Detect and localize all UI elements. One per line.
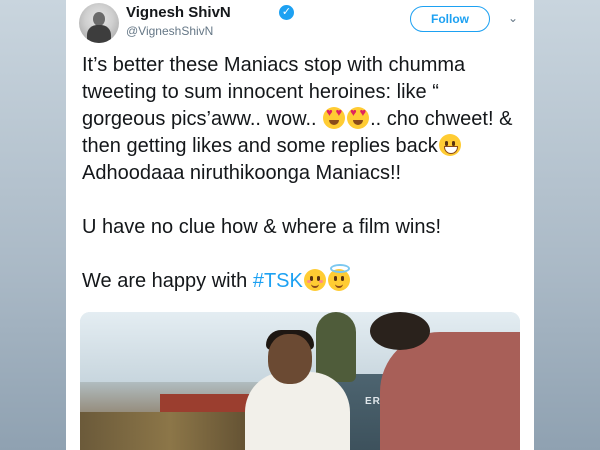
tweet-paragraph-3: U have no clue how & where a film wins!	[82, 216, 442, 238]
tweet-text: It’s better these Maniacs stop with chum…	[82, 52, 522, 295]
user-handle[interactable]: @VigneshShivN	[126, 24, 213, 38]
hashtag-link[interactable]: #TSK	[253, 270, 303, 292]
display-name[interactable]: Vignesh ShivN	[126, 4, 231, 21]
chevron-down-icon[interactable]: ⌄	[506, 11, 520, 25]
tweet-card: Vignesh ShivN ✓ @VigneshShivN Follow ⌄ I…	[66, 0, 534, 450]
background-blur-left	[0, 0, 66, 450]
tweet-paragraph-2: Adhoodaaa niruthikoonga Maniacs!!	[82, 162, 402, 184]
heart-eyes-emoji-icon	[323, 107, 346, 129]
follow-button[interactable]: Follow	[410, 6, 490, 32]
avatar-face	[93, 12, 105, 26]
tweet-header: Vignesh ShivN ✓ @VigneshShivN Follow ⌄	[66, 0, 534, 46]
grinning-emoji-icon	[438, 134, 461, 156]
tweet-spacer	[82, 241, 522, 268]
tweet-media-image[interactable]: ERGREEN	[80, 312, 520, 450]
avatar-body	[87, 25, 111, 43]
heart-eyes-emoji-icon	[347, 107, 370, 129]
background-blur-right	[534, 0, 600, 450]
tweet-paragraph-1: It’s better these Maniacs stop with chum…	[82, 52, 522, 160]
media-person-white-shirt	[245, 372, 350, 450]
tweet-spacer	[82, 187, 522, 214]
tweet-paragraph-4: We are happy with #TSK	[82, 264, 522, 295]
avatar[interactable]	[79, 3, 119, 43]
verified-badge-icon: ✓	[279, 5, 294, 20]
media-person-background	[316, 312, 356, 382]
smiling-blush-emoji-icon	[303, 269, 326, 291]
halo-emoji-icon	[327, 264, 350, 291]
media-crowd	[80, 412, 260, 450]
media-person-red-head	[370, 312, 430, 350]
tweet-line-4: We are happy with	[82, 270, 253, 292]
media-person-head	[268, 334, 312, 384]
